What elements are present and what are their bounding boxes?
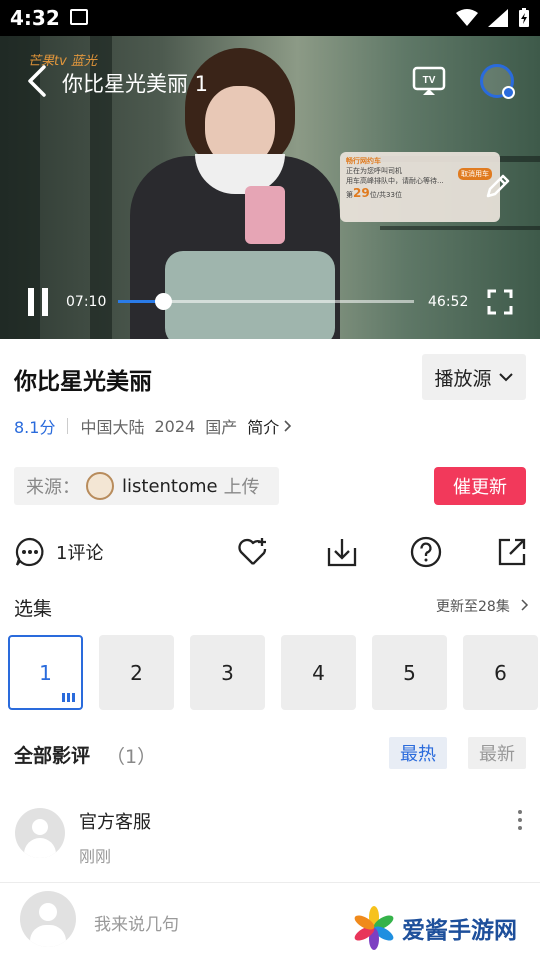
- video-player[interactable]: 芒果tv 蓝光 你比星光美丽 1 TV 畅行网约车 正在为您呼叫司机 用车高峰排…: [0, 36, 540, 339]
- composer-divider: [0, 882, 540, 883]
- pinwheel-logo-icon: [354, 906, 394, 950]
- video-phone: [245, 186, 285, 244]
- reviews-count: （1）: [106, 746, 157, 768]
- playing-indicator-icon: [62, 693, 75, 702]
- notification-rank-prefix: 第: [346, 191, 353, 199]
- comment-count: 1评论: [56, 543, 104, 564]
- current-time: 07:10: [66, 294, 107, 310]
- my-avatar: [20, 891, 76, 947]
- sort-new-button[interactable]: 最新: [468, 737, 526, 769]
- episodes-update-info: 更新至28集: [436, 599, 510, 615]
- comment-icon: [15, 537, 44, 567]
- episode-number: 5: [403, 660, 416, 685]
- uploader-suffix: 上传: [223, 477, 260, 498]
- urge-update-button[interactable]: 催更新: [434, 467, 526, 505]
- heart-plus-icon[interactable]: [237, 536, 269, 568]
- episodes-update-link[interactable]: 更新至28集: [436, 596, 530, 616]
- player-title: 你比星光美丽 1: [62, 72, 209, 96]
- comment-time: 刚刚: [79, 847, 112, 866]
- more-options-icon[interactable]: [518, 810, 524, 832]
- notification-brand: 畅行网约车: [346, 157, 381, 165]
- share-icon[interactable]: [496, 536, 528, 568]
- download-icon[interactable]: [326, 536, 358, 568]
- play-source-dropdown[interactable]: 播放源: [422, 354, 526, 400]
- background-railing: [380, 226, 540, 230]
- fullscreen-icon[interactable]: [486, 288, 514, 316]
- region: 中国大陆: [80, 418, 145, 437]
- episode-item[interactable]: 1: [8, 635, 83, 710]
- episode-item[interactable]: 5: [372, 635, 447, 710]
- action-bar: 1评论: [0, 532, 540, 572]
- score: 8.1分: [14, 418, 56, 437]
- back-icon[interactable]: [22, 64, 50, 98]
- comment-button[interactable]: 1评论: [14, 536, 103, 568]
- episode-number: 2: [130, 660, 143, 685]
- svg-text:TV: TV: [423, 75, 436, 86]
- wifi-icon: [456, 9, 478, 26]
- episode-number: 3: [221, 660, 234, 685]
- episode-item[interactable]: 3: [190, 635, 265, 710]
- overlay-notification: 畅行网约车 正在为您呼叫司机 用车高峰排队中，请耐心等待... 第29位/共33…: [340, 152, 500, 222]
- uploader-label: 来源：: [26, 477, 80, 498]
- cast-tv-icon[interactable]: TV: [412, 66, 446, 96]
- chevron-right-icon: [284, 420, 292, 432]
- user-avatar-button[interactable]: [480, 64, 515, 99]
- episode-number: 4: [312, 660, 325, 685]
- uploader-name: listentome: [122, 475, 218, 497]
- status-time: 4:32: [10, 6, 60, 30]
- watermark: 爱酱手游网: [352, 906, 517, 950]
- episode-item[interactable]: 2: [99, 635, 174, 710]
- video-bag: [165, 251, 335, 339]
- play-source-label: 播放源: [434, 367, 492, 390]
- pause-icon[interactable]: [28, 288, 50, 316]
- edit-pencil-icon[interactable]: [484, 172, 512, 200]
- status-bar: 4:32: [0, 0, 540, 36]
- notification-rank-suffix: 位/共33位: [369, 191, 402, 199]
- sort-hot-button[interactable]: 最热: [389, 737, 447, 769]
- chevron-down-icon: [498, 373, 513, 382]
- help-icon[interactable]: [410, 536, 442, 568]
- chevron-right-icon: [521, 599, 529, 611]
- uploader-tag[interactable]: 来源： listentome 上传: [14, 467, 279, 505]
- verified-badge-icon: [502, 86, 515, 99]
- watermark-text: 爱酱手游网: [402, 918, 517, 944]
- reviews-heading: 全部影评: [14, 745, 91, 767]
- signal-icon: [488, 9, 508, 27]
- meta-divider: [67, 418, 69, 434]
- episodes-heading: 选集: [14, 598, 53, 620]
- comment-input[interactable]: 我来说几句: [94, 910, 179, 935]
- uploader-avatar: [86, 472, 114, 500]
- duration: 46:52: [428, 294, 469, 310]
- intro-link[interactable]: 简介: [247, 414, 279, 438]
- show-title: 你比星光美丽: [14, 369, 152, 395]
- episode-number: 1: [39, 660, 52, 685]
- episode-item[interactable]: 4: [281, 635, 356, 710]
- battery-icon: [519, 8, 529, 27]
- notification-rank: 29: [353, 186, 370, 200]
- commenter-avatar[interactable]: [15, 808, 65, 858]
- episode-item[interactable]: 6: [463, 635, 538, 710]
- commenter-name[interactable]: 官方客服: [79, 808, 151, 834]
- type: 国产: [205, 418, 238, 437]
- image-notification-icon: [70, 9, 88, 25]
- episode-number: 6: [494, 660, 507, 685]
- episode-list: 1 2 3 4 5 6: [8, 635, 540, 710]
- year: 2024: [154, 416, 196, 436]
- show-meta: 8.1分 中国大陆 2024 国产 简介: [14, 414, 293, 438]
- seek-bar[interactable]: [118, 293, 414, 310]
